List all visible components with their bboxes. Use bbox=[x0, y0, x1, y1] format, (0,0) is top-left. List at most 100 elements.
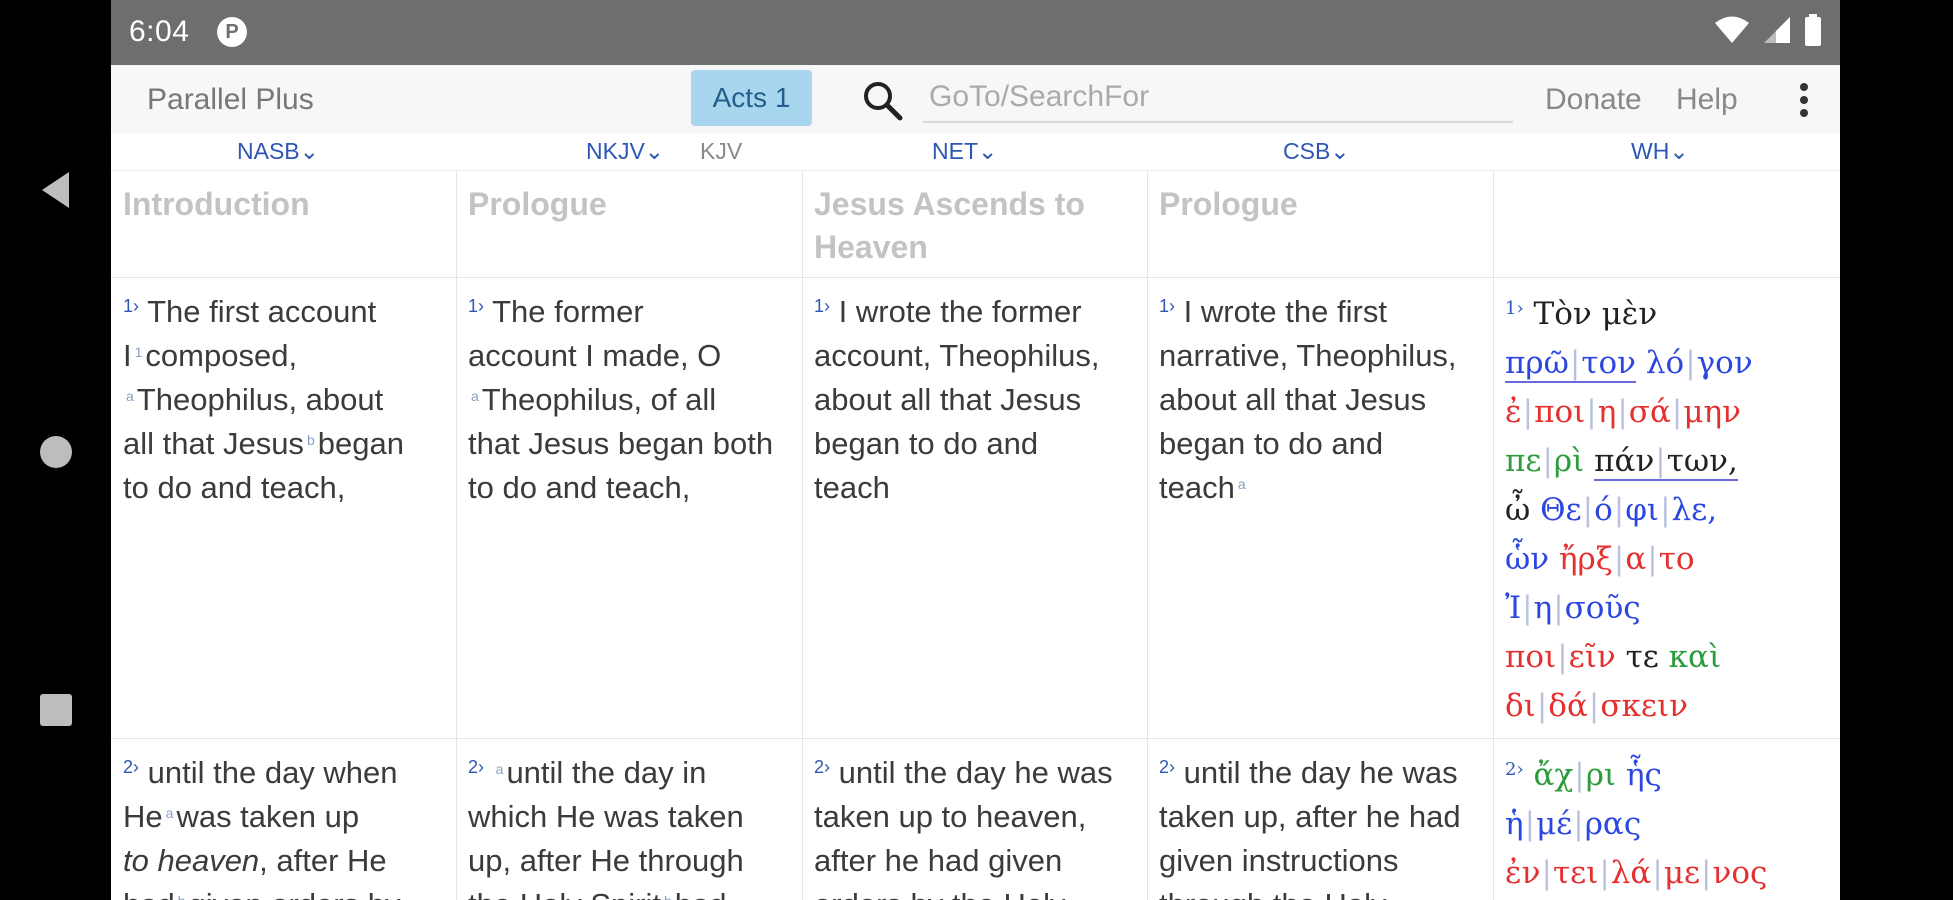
parking-notification-icon: P bbox=[217, 17, 247, 47]
verse-1-net: 1› I wrote the former account, Theophilu… bbox=[814, 294, 1100, 505]
greek-word[interactable]: πάν|των, bbox=[1594, 443, 1738, 481]
greek-word[interactable]: ἐ|ποι|η|σά|μην bbox=[1505, 394, 1741, 430]
battery-icon bbox=[1805, 14, 1821, 46]
verse-text: all that Jesus bbox=[123, 426, 304, 461]
verse-text: Theophilus, about bbox=[136, 382, 384, 417]
verse-number[interactable]: 1 bbox=[1159, 296, 1169, 316]
footnote-marker[interactable]: 1 bbox=[135, 344, 143, 360]
verse-number[interactable]: 2 bbox=[123, 757, 133, 777]
greek-word[interactable]: ὦ bbox=[1505, 492, 1530, 528]
version-header: WH⌄ bbox=[1493, 133, 1840, 171]
column-nkjv: NKJV⌄ KJV Prologue 1› The former account… bbox=[456, 133, 803, 900]
footnote-marker[interactable]: b bbox=[178, 893, 186, 900]
divider bbox=[1493, 277, 1840, 278]
greek-word[interactable]: ἐν|τει|λά|με|νος bbox=[1505, 855, 1767, 891]
column-net: NET⌄ Jesus Ascends to Heaven 1› I wrote … bbox=[802, 133, 1148, 900]
greek-word[interactable]: Τὸν bbox=[1534, 296, 1592, 332]
version-header: NET⌄ bbox=[802, 133, 1147, 171]
system-navigation-bar bbox=[0, 0, 111, 900]
help-link[interactable]: Help bbox=[1676, 83, 1738, 117]
greek-word[interactable]: Ἰ|η|σοῦς bbox=[1505, 590, 1641, 626]
verse-text: Theophilus, of all bbox=[481, 382, 717, 417]
verse-text: after he had given bbox=[814, 843, 1063, 878]
verse-number[interactable]: 1 bbox=[814, 296, 824, 316]
verse-text: teach bbox=[814, 470, 890, 505]
goto-search-input[interactable] bbox=[923, 73, 1513, 123]
verse-number[interactable]: 2 bbox=[814, 757, 824, 777]
verse-text: narrative, Theophilus, bbox=[1159, 338, 1457, 373]
version-selector-net[interactable]: NET⌄ bbox=[932, 138, 997, 165]
version-name: CSB bbox=[1283, 138, 1331, 164]
donate-link[interactable]: Donate bbox=[1545, 83, 1642, 117]
greek-word[interactable]: ἡ|μέ|ρας bbox=[1505, 806, 1641, 842]
version-selector-wh[interactable]: WH⌄ bbox=[1631, 138, 1689, 165]
version-name: NKJV bbox=[586, 138, 645, 164]
verse-text: about all that Jesus bbox=[814, 382, 1082, 417]
divider bbox=[802, 277, 1147, 278]
footnote-marker[interactable]: a bbox=[471, 388, 479, 404]
version-selector-nasb[interactable]: NASB⌄ bbox=[237, 138, 319, 165]
greek-text: ἄχ|ρι ἧς ἡ|μέ|ρας ἐν|τει|λά|με|νος bbox=[1505, 757, 1767, 891]
verse-text: about all that Jesus bbox=[1159, 382, 1427, 417]
verse-text: until the day he was bbox=[1183, 755, 1458, 790]
version-compare-kjv[interactable]: KJV bbox=[700, 138, 742, 165]
column-nasb: NASB⌄ Introduction 1› The first account … bbox=[111, 133, 457, 900]
footnote-marker[interactable]: a bbox=[1238, 476, 1246, 492]
verse-text: I wrote the former bbox=[838, 294, 1082, 329]
greek-word[interactable]: τε bbox=[1626, 639, 1659, 675]
verse-number[interactable]: 2 bbox=[1159, 757, 1169, 777]
greek-word[interactable]: δι|δά|σκειν bbox=[1505, 688, 1688, 724]
greek-word[interactable]: λό|γον bbox=[1646, 345, 1753, 381]
footnote-marker[interactable]: a bbox=[126, 388, 134, 404]
verse-text: had bbox=[675, 887, 727, 900]
footnote-marker[interactable]: a bbox=[496, 761, 504, 777]
search-icon[interactable] bbox=[861, 79, 905, 123]
greek-word[interactable]: Θε|ό|φι|λε, bbox=[1540, 492, 1717, 528]
verse-number[interactable]: 2 bbox=[468, 757, 478, 777]
greek-word[interactable]: ἧς bbox=[1626, 757, 1662, 793]
greek-text: Τὸν μὲν πρῶ|τον λό|γον ἐ|ποι|η|σά|μην πε|ρὶ… bbox=[1505, 296, 1753, 724]
verse-text: teach bbox=[1159, 470, 1235, 505]
version-name: NASB bbox=[237, 138, 300, 164]
book-chapter-button[interactable]: Acts 1 bbox=[691, 70, 812, 126]
verse-number[interactable]: 2 bbox=[1505, 759, 1516, 780]
verse-number[interactable]: 1 bbox=[468, 296, 478, 316]
verse-text: given instructions bbox=[1159, 843, 1399, 878]
version-header: NKJV⌄ KJV bbox=[456, 133, 802, 171]
verse-text: account, Theophilus, bbox=[814, 338, 1100, 373]
verse-text: until the day when bbox=[147, 755, 398, 790]
version-selector-nkjv[interactable]: NKJV⌄ bbox=[586, 138, 664, 165]
greek-word[interactable]: πε|ρὶ bbox=[1505, 443, 1584, 479]
verse-text: taken up to heaven, bbox=[814, 799, 1087, 834]
footnote-marker[interactable]: b bbox=[307, 432, 315, 448]
verse-text: , after He bbox=[259, 843, 387, 878]
greek-word[interactable]: ὧν bbox=[1505, 541, 1549, 577]
verse-number[interactable]: 1 bbox=[123, 296, 133, 316]
recents-icon[interactable] bbox=[32, 686, 80, 734]
version-selector-csb[interactable]: CSB⌄ bbox=[1283, 138, 1350, 165]
footnote-marker[interactable]: a bbox=[166, 805, 174, 821]
footnote-marker[interactable]: b bbox=[664, 893, 672, 900]
back-icon[interactable] bbox=[32, 166, 80, 214]
divider bbox=[1147, 277, 1493, 278]
divider bbox=[111, 277, 456, 278]
verse-2-wh: 2› ἄχ|ρι ἧς ἡ|μέ|ρας ἐν|τει|λά|με|νος bbox=[1505, 757, 1768, 891]
verse-text: was taken up bbox=[176, 799, 360, 834]
greek-word[interactable]: καὶ bbox=[1669, 639, 1721, 675]
greek-word[interactable]: ποι|εῖν bbox=[1505, 639, 1616, 675]
greek-word[interactable]: πρῶ|τον bbox=[1505, 345, 1637, 383]
greek-word[interactable]: ἄχ|ρι bbox=[1534, 757, 1617, 793]
verse-text: The first account bbox=[147, 294, 377, 329]
divider bbox=[456, 738, 802, 739]
screen-right-margin bbox=[1840, 0, 1953, 900]
greek-word[interactable]: ἤρξ|α|το bbox=[1559, 541, 1695, 577]
cellular-signal-icon bbox=[1764, 17, 1790, 43]
greek-word[interactable]: μὲν bbox=[1602, 296, 1658, 332]
home-icon[interactable] bbox=[32, 428, 80, 476]
verse-number[interactable]: 1 bbox=[1505, 298, 1516, 319]
verse-text: began to do and bbox=[814, 426, 1039, 461]
verse-2-nkjv: 2› auntil the day in which He was taken … bbox=[468, 751, 792, 900]
verse-text: He bbox=[123, 799, 163, 834]
overflow-menu-icon[interactable] bbox=[1786, 77, 1822, 123]
verse-text: until the day in bbox=[506, 755, 707, 790]
